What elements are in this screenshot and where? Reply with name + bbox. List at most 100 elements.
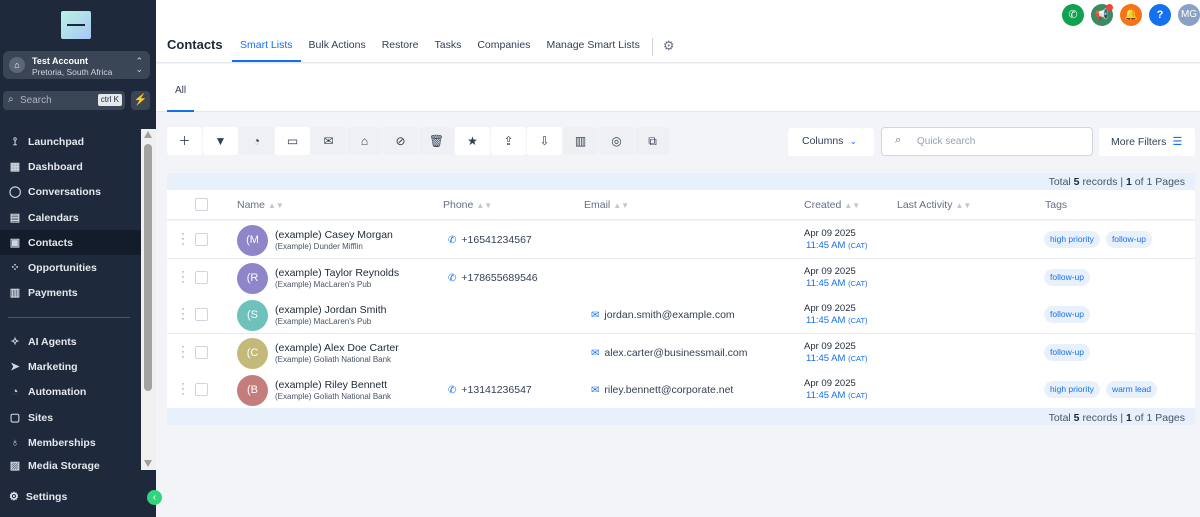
tab-companies[interactable]: Companies [469,34,538,62]
add-contact-button[interactable]: ＋ [167,127,202,155]
delete-button[interactable]: 🗑 [419,127,454,155]
bell-icon[interactable]: 🔔 [1120,4,1142,26]
account-switcher[interactable]: ⌂ Test Account Pretoria, South Africa ⌃ ⌄ [3,51,150,79]
row-checkbox[interactable] [195,345,208,359]
quick-action-bolt-icon[interactable]: ⚡ [131,91,150,110]
tag-chip[interactable]: follow-up [1044,268,1091,286]
sidebar-item-opportunities[interactable]: ⁘ Opportunities [0,255,141,280]
tag-chip[interactable]: high priority [1044,231,1100,248]
row-menu-icon[interactable]: · · · [180,266,186,287]
row-menu-icon[interactable]: · · · [180,304,186,325]
scroll-down-icon[interactable] [144,460,152,467]
column-phone[interactable]: Phone ▲▼ [443,199,492,211]
table-row[interactable]: · · · (S (example) Jordan Smith (Example) Mac… [167,296,1195,334]
row-menu-icon[interactable]: · · · [180,341,186,362]
sidebar-item-memberships[interactable]: ♁ Memberships [0,430,141,455]
tag-chip[interactable]: high priority [1044,381,1100,398]
sidebar-item-settings[interactable]: ⚙ Settings [9,490,67,504]
column-last-activity[interactable]: Last Activity ▲▼ [897,199,971,211]
table-row[interactable]: · · · (R (example) Taylor Reynolds (Example) … [167,258,1195,297]
table-row[interactable]: · · · (M (example) Casey Morgan (Example) Dun… [167,221,1195,259]
add-tag-button[interactable]: ⌂ [347,127,382,155]
sidebar-scrollbar[interactable] [141,129,156,470]
row-menu-icon[interactable]: · · · [180,379,186,400]
contact-phone[interactable]: ✆ +16541234567 [448,234,532,246]
sidebar-item-calendars[interactable]: ▤ Calendars [0,205,141,230]
table-row[interactable]: · · · (C (example) Alex Doe Carter (Example) … [167,333,1195,372]
star-button[interactable]: ★ [455,127,490,155]
sort-icon: ▲▼ [955,201,972,210]
scroll-thumb[interactable] [144,144,152,391]
contact-phone[interactable]: ✆ +178655689546 [448,272,538,284]
contact-name[interactable]: (example) Jordan Smith [275,304,386,316]
scroll-up-icon[interactable] [144,131,152,138]
contact-email[interactable]: ✉ riley.bennett@corporate.net [591,384,733,396]
filter-button[interactable]: ▼ [203,127,238,155]
automation-button[interactable]: ◔ [239,127,274,155]
tab-restore[interactable]: Restore [374,34,427,62]
add-to-company-button[interactable]: ▥ [563,127,598,155]
tab-all[interactable]: All [167,85,195,112]
tab-manage-smart-lists[interactable]: Manage Smart Lists [538,34,647,62]
gear-icon[interactable]: ⚙ [659,34,679,62]
contact-phone[interactable]: ✆ +13141236547 [448,384,532,396]
avatar[interactable]: (S [237,300,268,331]
sidebar-item-sites[interactable]: ▢ Sites [0,405,141,430]
sidebar-item-payments[interactable]: ▥ Payments [0,281,141,306]
contact-email[interactable]: ✉ alex.carter@businessmail.com [591,347,748,359]
email-button[interactable]: ✉ [311,127,346,155]
collapse-sidebar-button[interactable]: ‹ [147,490,162,505]
avatar[interactable]: (R [237,262,268,294]
column-name[interactable]: Name ▲▼ [237,199,284,211]
contact-email[interactable]: ✉ jordan.smith@example.com [591,309,735,321]
contact-name[interactable]: (example) Taylor Reynolds [275,267,399,279]
columns-button[interactable]: Columns ⌄ [788,128,874,156]
tab-smart-lists[interactable]: Smart Lists [232,34,301,62]
tag-chip[interactable]: follow-up [1105,231,1152,248]
tab-tasks[interactable]: Tasks [426,34,469,62]
contact-name[interactable]: (example) Riley Bennett [275,379,387,391]
sms-button[interactable]: ▭ [275,127,310,155]
phone-icon[interactable]: ✆ [1062,4,1084,26]
row-checkbox[interactable] [195,233,208,246]
import-button[interactable]: ⇩ [527,127,562,155]
sidebar-item-contacts[interactable]: ▣ Contacts [0,230,141,256]
megaphone-icon[interactable]: 📢 [1091,4,1113,26]
sidebar-item-conversations[interactable]: ◯ Conversations [0,180,141,205]
merge-button[interactable]: ⧉ [635,127,670,155]
contact-name[interactable]: (example) Alex Doe Carter [275,342,399,354]
row-checkbox[interactable] [195,383,208,396]
sort-icon: ▲▼ [476,201,493,210]
row-menu-icon[interactable]: · · · [180,229,186,250]
tab-bulk-actions[interactable]: Bulk Actions [301,34,374,62]
user-avatar[interactable]: MG [1178,4,1200,26]
avatar[interactable]: (B [237,375,268,406]
column-email[interactable]: Email ▲▼ [584,199,629,211]
sidebar-item-media-storage[interactable]: ▨ Media Storage [0,455,141,471]
membership-icon: ♁ [10,436,20,449]
contact-name[interactable]: (example) Casey Morgan [275,229,393,241]
tag-chip[interactable]: warm lead [1105,381,1158,398]
avatar[interactable]: (C [237,337,268,369]
sidebar-item-ai-agents[interactable]: ✧ AI Agents [0,329,141,354]
sidebar-item-marketing[interactable]: ➤ Marketing [0,354,141,379]
table-row[interactable]: · · · (B (example) Riley Bennett (Example) Go… [167,371,1195,409]
row-checkbox[interactable] [195,308,208,321]
avatar[interactable]: (M [237,225,268,256]
row-checkbox[interactable] [195,270,208,284]
quick-search-input[interactable]: ⌕ Quick search [881,127,1093,156]
whatsapp-button[interactable]: ◎ [599,127,634,155]
select-all-checkbox[interactable] [195,198,208,211]
company-logo[interactable] [61,11,91,39]
sidebar-item-automation[interactable]: ◔ Automation [0,380,141,405]
more-filters-button[interactable]: More Filters ☰ [1099,128,1195,156]
remove-tag-button[interactable]: ⊘ [383,127,418,155]
tag-chip[interactable]: follow-up [1044,343,1091,361]
help-icon[interactable]: ? [1149,4,1171,26]
sidebar-search[interactable]: ⌕ Search ctrl K [3,91,125,110]
column-created[interactable]: Created ▲▼ [804,199,860,211]
sidebar-item-dashboard[interactable]: ▦ Dashboard [0,154,141,179]
export-button[interactable]: ⇪ [491,127,526,155]
sidebar-item-launchpad[interactable]: ⟟ Launchpad [0,129,141,154]
tag-chip[interactable]: follow-up [1044,306,1091,323]
